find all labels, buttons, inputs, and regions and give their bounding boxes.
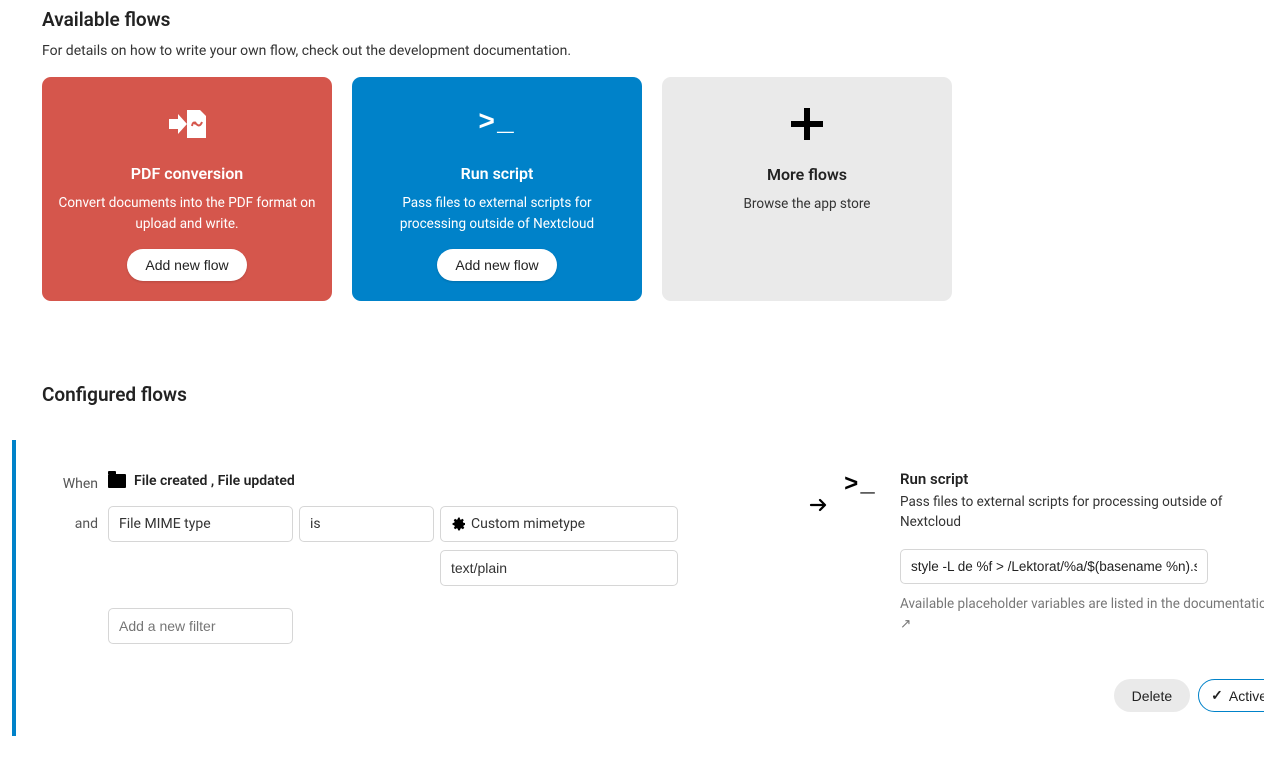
flow-card-script: >_ Run script Pass files to external scr… xyxy=(352,77,642,301)
add-filter-input[interactable] xyxy=(108,608,293,644)
terminal-icon: >_ xyxy=(478,101,516,146)
flow-card-pdf: PDF conversion Convert documents into th… xyxy=(42,77,332,301)
flow-events[interactable]: File created , File updated xyxy=(134,473,295,489)
placeholder-help-text[interactable]: Available placeholder variables are list… xyxy=(900,594,1264,636)
available-flows-title: Available flows xyxy=(42,8,1222,31)
card-title: Run script xyxy=(461,164,534,183)
card-title: More flows xyxy=(767,165,847,184)
configured-flows-title: Configured flows xyxy=(42,383,1222,406)
card-desc: Convert documents into the PDF format on… xyxy=(58,193,316,235)
action-desc: Pass files to external scripts for proce… xyxy=(900,492,1264,533)
mime-type-select[interactable]: File MIME type xyxy=(108,506,293,542)
arrow-icon xyxy=(808,470,830,712)
available-flows-subtitle: For details on how to write your own flo… xyxy=(42,43,1222,59)
flow-cards: PDF conversion Convert documents into th… xyxy=(42,77,1222,301)
add-new-flow-button[interactable]: Add new flow xyxy=(127,249,246,281)
gear-icon xyxy=(451,516,467,532)
plus-icon xyxy=(787,101,827,147)
mimetype-value-input[interactable] xyxy=(440,550,678,586)
script-command-input[interactable] xyxy=(900,549,1208,584)
when-label: When xyxy=(52,470,98,492)
card-title: PDF conversion xyxy=(131,164,243,183)
delete-button[interactable]: Delete xyxy=(1114,679,1190,712)
add-new-flow-button[interactable]: Add new flow xyxy=(437,249,556,281)
custom-mimetype-label: Custom mimetype xyxy=(471,516,585,532)
check-icon: ✓ xyxy=(1211,687,1223,704)
flow-card-more[interactable]: More flows Browse the app store xyxy=(662,77,952,301)
terminal-icon: >_ xyxy=(844,470,886,499)
folder-icon xyxy=(108,474,126,488)
active-label: Active xyxy=(1229,688,1264,704)
and-label: and xyxy=(52,506,98,532)
pdf-icon xyxy=(162,101,212,146)
card-desc: Browse the app store xyxy=(744,194,871,215)
active-toggle-button[interactable]: ✓ Active xyxy=(1198,679,1264,712)
card-desc: Pass files to external scripts for proce… xyxy=(368,193,626,235)
custom-mimetype-select[interactable]: Custom mimetype xyxy=(440,506,678,542)
configured-flow-item: When File created , File updated and Fil… xyxy=(12,440,1264,736)
action-title: Run script xyxy=(900,470,1264,488)
operator-select[interactable]: is xyxy=(299,506,434,542)
